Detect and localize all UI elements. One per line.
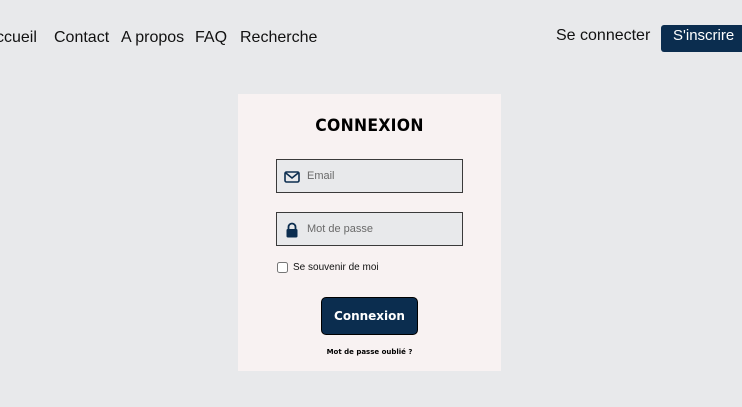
remember-me-checkbox[interactable]	[277, 262, 288, 273]
submit-login-button[interactable]: Connexion	[321, 297, 418, 335]
nav-link-a-propos[interactable]: A propos	[121, 29, 184, 47]
email-field[interactable]	[276, 159, 463, 193]
login-title: CONNEXION	[315, 116, 424, 136]
forgot-password-link[interactable]: Mot de passe oublié ?	[238, 348, 501, 356]
email-input[interactable]	[307, 160, 457, 192]
envelope-icon	[284, 171, 300, 183]
lock-icon	[286, 222, 298, 238]
nav-link-faq[interactable]: FAQ	[195, 29, 227, 47]
nav-link-contact[interactable]: Contact	[54, 29, 109, 47]
remember-me-label: Se souvenir de moi	[293, 262, 379, 273]
password-input[interactable]	[307, 213, 457, 245]
password-field[interactable]	[276, 212, 463, 246]
login-link[interactable]: Se connecter	[556, 27, 650, 45]
nav-link-recherche[interactable]: Recherche	[240, 29, 317, 47]
login-card: CONNEXION Se souvenir de moi Connexion M…	[238, 94, 501, 371]
nav-link-accueil[interactable]: ccueil	[0, 29, 37, 47]
signup-button[interactable]: S'inscrire	[661, 25, 742, 52]
